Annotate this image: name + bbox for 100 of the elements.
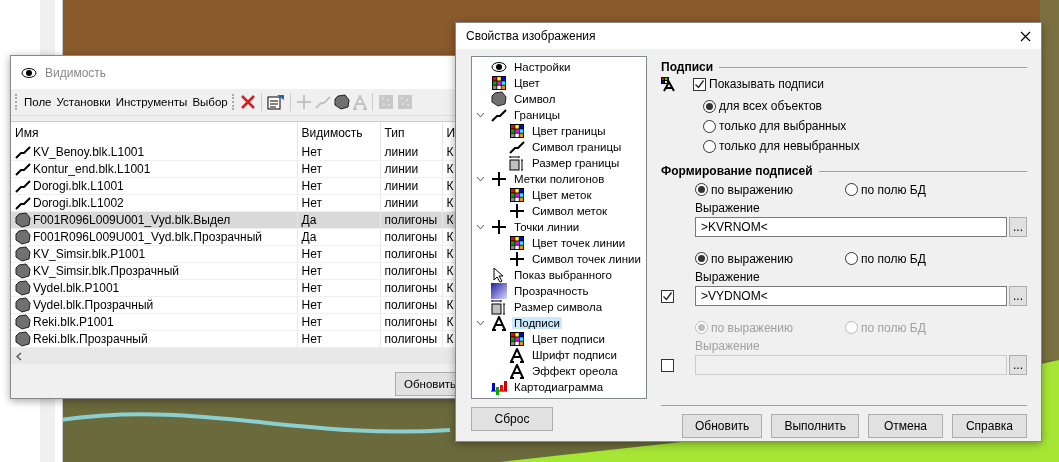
- expression-field[interactable]: >VYDNOM<: [695, 286, 1007, 306]
- polygon-icon: [15, 314, 31, 330]
- font-icon: [510, 363, 524, 379]
- tree-item[interactable]: Точки линии: [512, 221, 582, 233]
- table-cell: Нет: [297, 313, 380, 331]
- line-icon: [314, 94, 331, 110]
- table-cell: F001R096L009U001_Vyd.blk.Прозрачный: [33, 230, 262, 244]
- tree-item[interactable]: Шрифт подписи: [530, 349, 619, 361]
- delete-icon[interactable]: [239, 94, 256, 110]
- window-title: Видимость: [45, 65, 107, 80]
- dialog-button[interactable]: Обновить: [682, 414, 763, 438]
- radio-button[interactable]: [845, 183, 858, 196]
- chevron-icon[interactable]: [475, 176, 485, 182]
- dialog-button[interactable]: Выполнить: [771, 414, 859, 438]
- checkbox-label: Показывать подписи: [709, 77, 825, 91]
- checkbox[interactable]: [661, 289, 674, 303]
- color-grid-icon: [492, 76, 506, 90]
- tree-item[interactable]: Эффект ореола: [530, 365, 620, 377]
- plus-icon: [491, 171, 507, 187]
- radio-button[interactable]: [695, 183, 708, 196]
- tree-item[interactable]: Цвет подписи: [530, 333, 607, 345]
- browse-button[interactable]: ...: [1009, 286, 1027, 306]
- tree-item[interactable]: Прозрачность: [512, 285, 591, 297]
- expression-field[interactable]: >KVRNOM<: [695, 217, 1007, 237]
- gradient-icon: [491, 283, 507, 299]
- column-header[interactable]: Тип: [380, 122, 442, 144]
- browse-button[interactable]: ...: [1009, 217, 1027, 237]
- tree-item[interactable]: Цвет точек линии: [530, 237, 628, 249]
- properties-icon[interactable]: [266, 94, 285, 110]
- table-cell: полигоны: [380, 245, 442, 263]
- chevron-icon[interactable]: [475, 112, 485, 118]
- tree-item[interactable]: Настройки: [512, 61, 573, 73]
- tree-item[interactable]: Границы: [512, 109, 562, 121]
- menu-item[interactable]: Инструменты: [114, 94, 189, 110]
- table-cell: полигоны: [380, 330, 442, 348]
- table-cell: Vydel.blk.Прозрачный: [33, 298, 154, 312]
- line-icon: [15, 178, 31, 194]
- radio-button[interactable]: [695, 252, 708, 265]
- table-cell: Нет: [297, 245, 380, 263]
- cursor-icon: [492, 267, 506, 283]
- tree-item[interactable]: Символ границы: [530, 141, 624, 153]
- color-grid-icon: [510, 188, 524, 202]
- table-cell: полигоны: [380, 228, 442, 246]
- line-icon: [15, 195, 31, 211]
- plus-icon: [509, 251, 525, 267]
- table-cell: KV_Benoy.blk.L1001: [33, 145, 145, 159]
- reset-button[interactable]: Сброс: [471, 407, 553, 431]
- line-icon: [15, 161, 31, 177]
- radio-label: по выражению: [711, 182, 793, 197]
- table-cell: полигоны: [380, 313, 442, 331]
- eye-icon: [491, 61, 507, 73]
- chevron-icon[interactable]: [475, 320, 485, 326]
- table-cell: линии: [380, 194, 442, 212]
- chevron-icon[interactable]: [475, 224, 485, 230]
- table-cell: Да: [297, 228, 380, 246]
- labels-icon: [661, 76, 675, 92]
- tree-item[interactable]: Символ меток: [530, 205, 610, 217]
- polygon-icon: [15, 246, 31, 262]
- dialog-button[interactable]: Справка: [952, 414, 1027, 438]
- tree-item[interactable]: Картодиаграмма: [512, 381, 606, 393]
- table-cell: Reki.blk.Прозрачный: [33, 332, 148, 346]
- window-title: Свойства изображения: [466, 29, 596, 43]
- table-cell: Нет: [297, 296, 380, 314]
- field-label: Выражение: [695, 270, 761, 284]
- tree-item[interactable]: Цвет: [512, 77, 542, 89]
- tree-item[interactable]: Размер символа: [512, 301, 605, 313]
- tree-item[interactable]: Размер границы: [530, 157, 622, 169]
- line-icon: [15, 144, 31, 160]
- tree-item[interactable]: Метки полигонов: [512, 173, 607, 185]
- radio-button[interactable]: [703, 99, 716, 113]
- menu-item[interactable]: Поле: [23, 94, 53, 110]
- radio-button[interactable]: [845, 252, 858, 265]
- menu-item[interactable]: Выбор: [191, 94, 229, 110]
- color-grid-icon: [510, 332, 524, 346]
- radio-label: по полю БД: [861, 251, 926, 266]
- tree-item[interactable]: Подписи: [512, 317, 562, 329]
- table-cell: линии: [380, 177, 442, 195]
- table-cell: Нет: [297, 194, 380, 212]
- column-header[interactable]: Имя: [11, 122, 297, 144]
- menu-item[interactable]: Установки: [55, 94, 112, 110]
- bar-chart-icon: [490, 379, 508, 395]
- plus-icon: [509, 203, 525, 219]
- column-header[interactable]: Видимость: [297, 122, 380, 144]
- close-icon[interactable]: [1020, 30, 1031, 42]
- polygon-icon: [15, 331, 31, 347]
- table-cell: KV_Simsir.blk.P1001: [33, 247, 146, 261]
- polygon-icon: [15, 280, 31, 296]
- radio-button[interactable]: [703, 119, 716, 133]
- table-cell: Нет: [297, 262, 380, 280]
- tree-item[interactable]: Цвет меток: [530, 189, 594, 201]
- plus-icon: [491, 219, 507, 235]
- dialog-button[interactable]: Отмена: [868, 414, 943, 438]
- table-cell: линии: [380, 144, 442, 161]
- checkbox[interactable]: [693, 77, 706, 91]
- radio-button[interactable]: [703, 139, 716, 153]
- tree-item[interactable]: Символ точек линии: [530, 253, 643, 265]
- tree-item[interactable]: Символ: [512, 93, 558, 105]
- font-icon: [510, 347, 524, 363]
- tree-item[interactable]: Цвет границы: [530, 125, 608, 137]
- tree-item[interactable]: Показ выбранного: [512, 269, 614, 281]
